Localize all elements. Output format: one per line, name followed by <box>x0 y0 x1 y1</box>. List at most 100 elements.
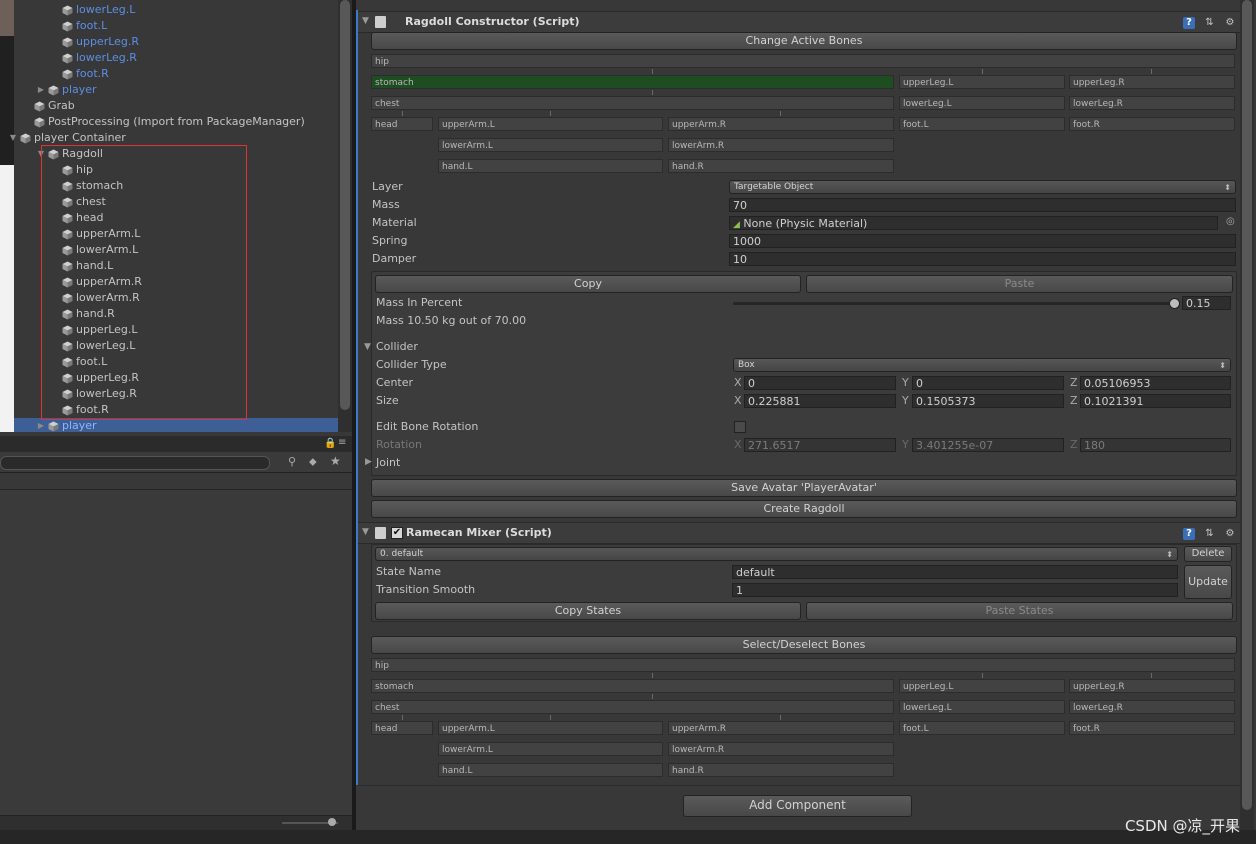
joint-label[interactable]: Joint <box>376 454 400 472</box>
spring-field[interactable]: 1000 <box>729 234 1236 248</box>
bone-head[interactable]: head <box>371 721 433 735</box>
mass-percent-slider[interactable] <box>733 302 1178 305</box>
transition-smooth-field[interactable]: 1 <box>732 583 1178 597</box>
filter-label-icon[interactable]: ⬥ <box>309 455 317 469</box>
size-z-field[interactable]: 0.1021391 <box>1080 394 1231 408</box>
edit-bone-rotation-checkbox[interactable] <box>734 421 746 433</box>
hierarchy-item[interactable]: ▶ player <box>14 82 338 98</box>
bone-lowerleg-r[interactable]: lowerLeg.R <box>1069 96 1235 110</box>
help-icon[interactable]: ? <box>1183 528 1195 540</box>
bone-foot-l[interactable]: foot.L <box>899 721 1065 735</box>
collider-type-dropdown[interactable]: Box ⬍ <box>733 358 1231 372</box>
bone-lowerarm-r[interactable]: lowerArm.R <box>668 742 894 756</box>
add-component-button[interactable]: Add Component <box>683 795 912 817</box>
object-picker-icon[interactable]: ◎ <box>1226 216 1235 227</box>
presets-icon[interactable]: ⇅ <box>1204 528 1216 540</box>
bone-hand-l[interactable]: hand.L <box>438 159 663 173</box>
expand-arrow-right-icon[interactable]: ▶ <box>36 82 46 98</box>
hierarchy-item[interactable]: Grab <box>14 98 338 114</box>
ramecan-mixer-header[interactable]: ▼ ✔ Ramecan Mixer (Script) ? ⇅ ⚙ <box>358 522 1240 544</box>
component-enabled-checkbox[interactable]: ✔ <box>391 527 403 539</box>
bone-upperarm-l[interactable]: upperArm.L <box>438 117 663 131</box>
bone-chest[interactable]: chest <box>371 700 894 714</box>
fold-arrow-icon[interactable]: ▼ <box>362 527 369 537</box>
filter-type-icon[interactable]: ⚲ <box>288 455 296 468</box>
layer-dropdown[interactable]: Targetable Object ⬍ <box>729 180 1236 194</box>
size-y-field[interactable]: 0.1505373 <box>912 394 1064 408</box>
bone-hip[interactable]: hip <box>371 658 1235 672</box>
collider-fold-icon[interactable]: ▼ <box>364 342 371 352</box>
bone-foot-r[interactable]: foot.R <box>1069 721 1235 735</box>
expand-arrow-down-icon[interactable]: ▼ <box>8 130 18 146</box>
save-avatar-button[interactable]: Save Avatar 'PlayerAvatar' <box>371 479 1237 497</box>
inspector-scrollbar[interactable] <box>1240 0 1254 830</box>
center-x-field[interactable]: 0 <box>744 376 896 390</box>
hierarchy-item[interactable]: lowerLeg.L <box>14 2 338 18</box>
create-ragdoll-button[interactable]: Create Ragdoll <box>371 500 1237 518</box>
mass-field[interactable]: 70 <box>729 198 1236 212</box>
material-field[interactable]: ◢ None (Physic Material) <box>729 216 1218 230</box>
bone-head[interactable]: head <box>371 117 433 131</box>
delete-state-button[interactable]: Delete <box>1184 546 1232 562</box>
bone-foot-l[interactable]: foot.L <box>899 117 1065 131</box>
bone-upperarm-r[interactable]: upperArm.R <box>668 117 894 131</box>
lock-icon[interactable]: 🔒 <box>324 438 336 449</box>
select-deselect-bones-button[interactable]: Select/Deselect Bones <box>371 636 1237 654</box>
hierarchy-item[interactable]: foot.L <box>14 18 338 34</box>
mass-percent-field[interactable]: 0.15 <box>1182 296 1231 310</box>
gear-icon[interactable]: ⚙ <box>1224 528 1236 540</box>
size-x-field[interactable]: 0.225881 <box>744 394 896 408</box>
help-icon[interactable]: ? <box>1183 17 1195 29</box>
bone-upperleg-r[interactable]: upperLeg.R <box>1069 679 1235 693</box>
copy-button[interactable]: Copy <box>375 275 801 293</box>
hierarchy-item[interactable]: upperLeg.R <box>14 34 338 50</box>
bone-chest[interactable]: chest <box>371 96 894 110</box>
copy-states-button[interactable]: Copy States <box>375 602 801 620</box>
bone-lowerarm-r[interactable]: lowerArm.R <box>668 138 894 152</box>
mass-percent-slider-knob[interactable] <box>1169 298 1180 309</box>
update-button[interactable]: Update <box>1184 565 1232 599</box>
icon-size-slider-knob[interactable] <box>328 818 336 826</box>
expand-arrow-right-icon[interactable]: ▶ <box>36 418 46 432</box>
collider-label[interactable]: Collider <box>376 338 418 356</box>
bone-upperleg-l[interactable]: upperLeg.L <box>899 679 1065 693</box>
gear-icon[interactable]: ⚙ <box>1224 17 1236 29</box>
bone-lowerleg-l[interactable]: lowerLeg.L <box>899 700 1065 714</box>
favorite-star-icon[interactable]: ★ <box>330 454 341 468</box>
bone-lowerleg-l[interactable]: lowerLeg.L <box>899 96 1065 110</box>
bone-hip[interactable]: hip <box>371 54 1235 68</box>
bone-stomach[interactable]: stomach <box>371 679 894 693</box>
hierarchy-scrollbar[interactable] <box>338 0 352 432</box>
state-select-dropdown[interactable]: 0. default ⬍ <box>375 547 1178 561</box>
hierarchy-item[interactable]: PostProcessing (Import from PackageManag… <box>14 114 338 130</box>
bone-hand-r[interactable]: hand.R <box>668 763 894 777</box>
ragdoll-constructor-header[interactable]: ▼ Ragdoll Constructor (Script) ? ⇅ ⚙ <box>358 11 1240 33</box>
change-active-bones-button[interactable]: Change Active Bones <box>371 32 1237 50</box>
bone-upperarm-l[interactable]: upperArm.L <box>438 721 663 735</box>
paste-states-button[interactable]: Paste States <box>806 602 1233 620</box>
presets-icon[interactable]: ⇅ <box>1204 17 1216 29</box>
hierarchy-item[interactable]: lowerLeg.R <box>14 50 338 66</box>
bone-lowerarm-l[interactable]: lowerArm.L <box>438 138 663 152</box>
center-y-field[interactable]: 0 <box>912 376 1064 390</box>
bone-lowerleg-r[interactable]: lowerLeg.R <box>1069 700 1235 714</box>
bone-upperleg-r[interactable]: upperLeg.R <box>1069 75 1235 89</box>
hierarchy-item[interactable]: foot.R <box>14 66 338 82</box>
bone-stomach[interactable]: stomach <box>371 75 894 89</box>
bone-hand-l[interactable]: hand.L <box>438 763 663 777</box>
paste-button[interactable]: Paste <box>806 275 1233 293</box>
bone-foot-r[interactable]: foot.R <box>1069 117 1235 131</box>
state-name-field[interactable]: default <box>732 565 1178 579</box>
bone-upperleg-l[interactable]: upperLeg.L <box>899 75 1065 89</box>
damper-field[interactable]: 10 <box>729 252 1236 266</box>
hierarchy-item[interactable]: ▼ player Container <box>10 130 338 146</box>
project-search-input[interactable] <box>0 456 270 470</box>
tab-menu-icon[interactable]: ≡ <box>338 437 346 448</box>
bone-upperarm-r[interactable]: upperArm.R <box>668 721 894 735</box>
hierarchy-item[interactable]: ▶ player <box>14 418 338 432</box>
bone-lowerarm-l[interactable]: lowerArm.L <box>438 742 663 756</box>
fold-arrow-icon[interactable]: ▼ <box>362 16 369 26</box>
center-z-field[interactable]: 0.05106953 <box>1080 376 1231 390</box>
joint-fold-icon[interactable]: ▶ <box>365 457 372 467</box>
bone-hand-r[interactable]: hand.R <box>668 159 894 173</box>
